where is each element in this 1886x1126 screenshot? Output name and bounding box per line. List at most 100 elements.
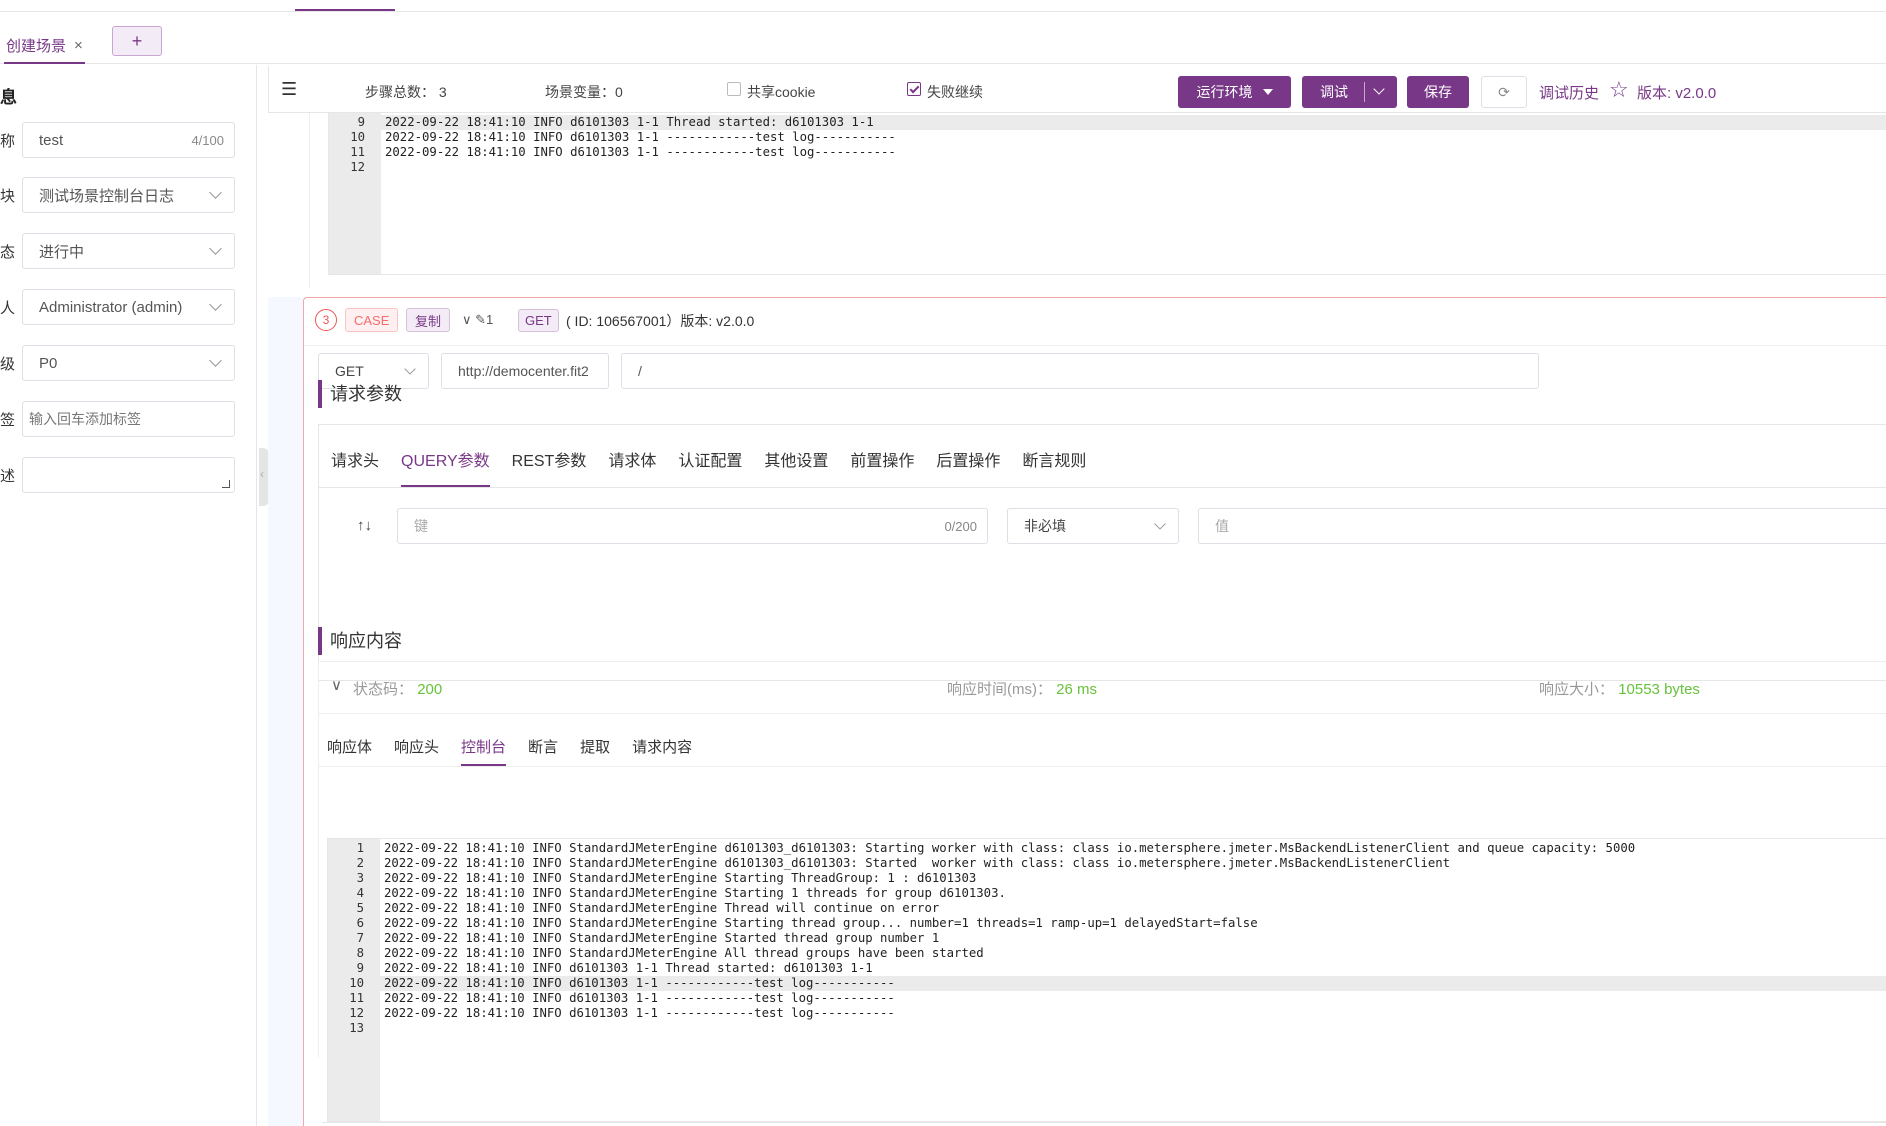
log-line: 11 2022-09-22 18:41:10 INFO d6101303 1-1 … (329, 145, 1886, 160)
response-tab[interactable]: 提取 (580, 736, 610, 766)
request-tab[interactable]: 其他设置 (764, 447, 828, 487)
version-label[interactable]: 版本: v2.0.0 (1637, 82, 1716, 103)
owner-select[interactable]: Administrator (admin) (22, 289, 235, 325)
line-number: 5 (356, 901, 364, 915)
scene-variables-count: ：0 (601, 84, 623, 100)
request-tab[interactable]: QUERY参数 (401, 447, 490, 487)
response-time-field: 响应时间(ms)： 26 ms (947, 678, 1097, 699)
response-tab[interactable]: 断言 (528, 736, 558, 766)
debug-history-link[interactable]: 调试历史 (1539, 82, 1599, 103)
chevron-down-icon (209, 242, 222, 255)
tag-input[interactable]: 输入回车添加标签 (22, 401, 235, 437)
module-select[interactable]: 测试场景控制台日志 (22, 177, 235, 213)
share-cookie-checkbox[interactable] (727, 82, 741, 96)
line-number: 4 (356, 886, 364, 900)
request-tab[interactable]: 请求体 (608, 447, 656, 487)
scene-variables-link[interactable]: 场景变量 (545, 84, 601, 100)
step-expander[interactable]: ∨ ✎1 (462, 312, 493, 328)
console-output[interactable]: 1 2022-09-22 18:41:10 INFO StandardJMeter… (327, 838, 1886, 1122)
response-tab[interactable]: 请求内容 (632, 736, 692, 766)
param-value-input[interactable]: 值 (1198, 508, 1886, 544)
step-count-value: 3 (438, 84, 447, 100)
log-line: 10 2022-09-22 18:41:10 INFO d6101303 1-1 … (329, 130, 1886, 145)
refresh-button[interactable]: ⟳ (1481, 76, 1527, 108)
param-required-select[interactable]: 非必填 (1007, 508, 1179, 544)
case-step-header[interactable]: 3 CASE 复制 ∨ ✎1 GET ( ID: 106567001）版本: v… (304, 298, 1886, 346)
step-number-badge: 3 (315, 309, 337, 331)
status-code-field: 状态码： 200 (353, 678, 442, 699)
request-tab[interactable]: 认证配置 (678, 447, 742, 487)
param-key-input[interactable]: 键 0/200 (397, 508, 988, 544)
line-number: 3 (356, 871, 364, 885)
level-select-value: P0 (39, 354, 58, 372)
tabs-divider (319, 766, 1886, 767)
line-number: 9 (357, 115, 365, 129)
bottom-border (322, 1122, 1886, 1123)
name-input-value: test (39, 131, 64, 149)
path-input[interactable]: / (621, 353, 1539, 389)
star-icon[interactable]: ☆ (1609, 77, 1629, 103)
chevron-down-icon: ∨ (462, 312, 472, 327)
request-tab[interactable]: 前置操作 (850, 447, 914, 487)
run-environment-button[interactable]: 运行环境 (1178, 76, 1291, 108)
tab-create-scene[interactable]: 创建场景 × (4, 28, 85, 64)
response-tab[interactable]: 响应头 (394, 736, 439, 766)
sort-icon[interactable]: ↑↓ (357, 517, 372, 534)
line-number: 11 (349, 991, 364, 1005)
log-line: 7 2022-09-22 18:41:10 INFO StandardJMeter… (328, 931, 1886, 946)
chevron-down-icon[interactable] (1373, 83, 1385, 95)
resize-handle-icon[interactable] (222, 480, 230, 488)
menu-icon[interactable]: ☰ (281, 79, 297, 100)
level-select[interactable]: P0 (22, 345, 235, 381)
close-icon[interactable]: × (74, 37, 83, 54)
owner-label: 人 (0, 300, 16, 317)
button-divider (1364, 82, 1365, 102)
status-select[interactable]: 进行中 (22, 233, 235, 269)
step-count: 步骤总数： 3 (365, 82, 447, 102)
request-tab[interactable]: 断言规则 (1022, 447, 1086, 487)
caret-down-icon (1262, 89, 1273, 95)
add-tab-button[interactable]: + (112, 26, 162, 56)
log-line: 9 2022-09-22 18:41:10 INFO d6101303 1-1 T… (328, 961, 1886, 976)
response-tabs: 响应体 响应头 控制台 断言 提取 请求内容 (327, 736, 692, 766)
scene-info-panel: 息 称 test 4/100 块 测试场景控制台日志 态 进行中 人 Admin… (0, 65, 257, 1126)
scene-tabs-row: 创建场景 × + (0, 12, 1886, 64)
log-text: 2022-09-22 18:41:10 INFO StandardJMeterE… (384, 856, 1451, 870)
response-tab[interactable]: 控制台 (461, 736, 507, 766)
top-nav-active-indicator (295, 9, 395, 11)
log-text: 2022-09-22 18:41:10 INFO d6101303 1-1 Th… (385, 115, 874, 129)
request-tab[interactable]: 请求头 (331, 447, 379, 487)
log-line: 1 2022-09-22 18:41:10 INFO StandardJMeter… (328, 841, 1886, 856)
step-connector (302, 113, 310, 288)
status-select-value: 进行中 (39, 243, 85, 261)
log-text: 2022-09-22 18:41:10 INFO StandardJMeterE… (384, 886, 1006, 900)
log-text: 2022-09-22 18:41:10 INFO StandardJMeterE… (384, 901, 940, 915)
scene-variables[interactable]: 场景变量：0 (545, 82, 623, 102)
owner-select-value: Administrator (admin) (39, 298, 183, 316)
chevron-down-icon (1154, 518, 1166, 530)
debug-button[interactable]: 调试 (1302, 76, 1397, 108)
description-textarea[interactable] (22, 457, 235, 493)
domain-input[interactable]: http://democenter.fit2 (441, 353, 609, 389)
log-text: 2022-09-22 18:41:10 INFO d6101303 1-1 --… (384, 976, 895, 990)
log-text: 2022-09-22 18:41:10 INFO d6101303 1-1 --… (385, 130, 896, 144)
status-code-label: 状态码： (353, 681, 414, 698)
status-label: 态 (0, 244, 16, 261)
fail-continue-checkbox[interactable] (907, 82, 921, 96)
request-tab[interactable]: REST参数 (512, 447, 587, 487)
response-time-value: 26 ms (1056, 681, 1098, 698)
response-tab[interactable]: 响应体 (327, 736, 372, 766)
save-button[interactable]: 保存 (1407, 76, 1469, 108)
previous-step-console[interactable]: 9 2022-09-22 18:41:10 INFO d6101303 1-1 T… (328, 113, 1886, 275)
tab-create-scene-label: 创建场景 (6, 37, 67, 55)
module-select-value: 测试场景控制台日志 (39, 187, 175, 205)
step-count-badge: 1 (486, 312, 494, 327)
log-text: 2022-09-22 18:41:10 INFO StandardJMeterE… (384, 916, 1258, 930)
request-tab[interactable]: 后置操作 (936, 447, 1000, 487)
collapse-chevron-icon[interactable]: ∨ (331, 676, 342, 694)
method-select-value: GET (335, 363, 364, 379)
response-size-field: 响应大小： 10553 bytes (1539, 678, 1700, 699)
line-number: 10 (350, 130, 365, 144)
name-input[interactable]: test 4/100 (22, 122, 235, 158)
chevron-down-icon (404, 363, 416, 375)
